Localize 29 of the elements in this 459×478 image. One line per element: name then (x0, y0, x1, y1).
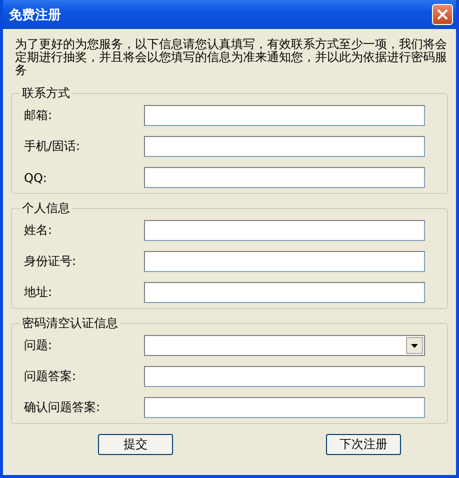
caret-icon (411, 344, 418, 348)
field-label: 姓名: (24, 222, 54, 239)
input-field[interactable] (144, 136, 425, 157)
input-field[interactable] (144, 167, 425, 188)
input-field[interactable] (144, 251, 425, 272)
field-label: 邮箱: (24, 107, 54, 124)
dialog-button[interactable]: 下次注册 (326, 434, 401, 455)
input-field[interactable] (144, 366, 425, 387)
dropdown-button[interactable] (406, 337, 423, 354)
close-button[interactable] (432, 4, 453, 25)
input-field[interactable] (144, 282, 425, 303)
field-label: 确认问题答案: (24, 399, 102, 416)
field-label: 地址: (24, 284, 54, 301)
field-label: 手机/固话: (24, 138, 82, 155)
dropdown-field[interactable] (144, 335, 425, 356)
group-title: 个人信息 (21, 200, 71, 217)
input-field[interactable] (144, 105, 425, 126)
field-label: 身份证号: (24, 253, 78, 270)
close-icon (437, 9, 448, 20)
group-title: 密码清空认证信息 (21, 315, 119, 332)
field-label: QQ: (24, 170, 48, 184)
input-field[interactable] (144, 397, 425, 418)
window-title: 免费注册 (9, 6, 61, 24)
dialog-button[interactable]: 提交 (98, 434, 173, 455)
field-label: 问题: (24, 337, 54, 354)
input-field[interactable] (144, 220, 425, 241)
intro-text: 为了更好的为您服务，以下信息请您认真填写，有效联系方式至少一项，我们将会定期进行抽奖，并且将会以您填写的信息为准来通知您，并以此为依据进行密码服务 (15, 38, 448, 77)
group-title: 联系方式 (21, 85, 71, 102)
field-label: 问题答案: (24, 368, 78, 385)
